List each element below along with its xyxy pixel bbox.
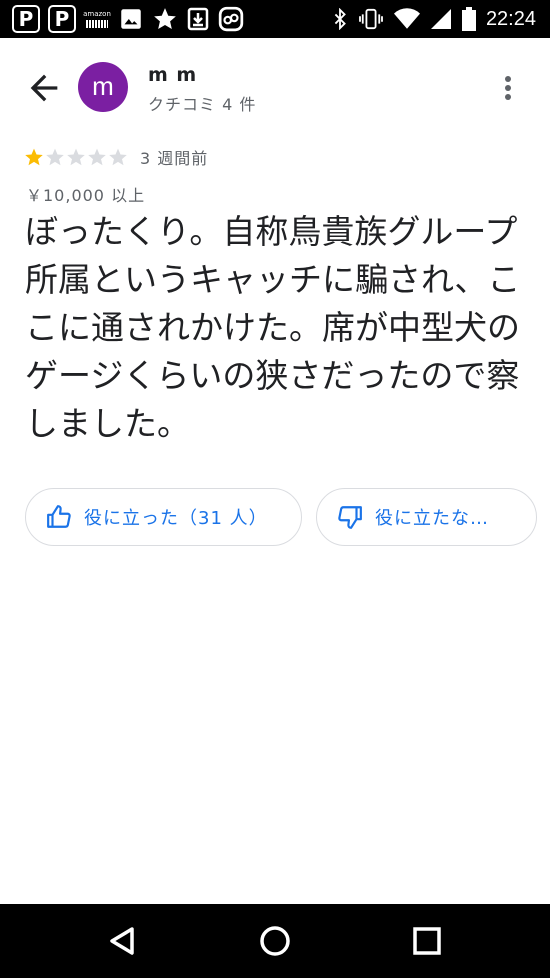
back-button[interactable] bbox=[24, 68, 64, 108]
star-rating bbox=[24, 147, 128, 167]
status-bar: P P amazon 22:24 bbox=[0, 0, 550, 38]
star-empty-icon bbox=[46, 148, 64, 166]
star-empty-icon bbox=[88, 148, 106, 166]
amazon-icon: amazon bbox=[83, 6, 111, 32]
wifi-icon bbox=[393, 8, 420, 29]
nav-home-button[interactable] bbox=[252, 918, 298, 964]
review-time: 3 週間前 bbox=[140, 149, 209, 168]
amazon-label: amazon bbox=[83, 10, 111, 18]
signal-icon bbox=[430, 9, 451, 29]
star-filled-icon bbox=[25, 148, 43, 166]
link-icon bbox=[218, 6, 244, 32]
not-helpful-button[interactable]: 役に立たな… bbox=[316, 488, 537, 546]
more-vert-icon bbox=[505, 76, 511, 100]
square-recents-icon bbox=[413, 927, 441, 955]
circle-home-icon bbox=[260, 926, 290, 956]
battery-icon bbox=[461, 7, 476, 31]
not-helpful-label: 役に立たな… bbox=[375, 508, 489, 529]
more-options-button[interactable] bbox=[494, 68, 522, 108]
nav-back-button[interactable] bbox=[100, 918, 146, 964]
avatar[interactable]: m bbox=[78, 62, 128, 112]
thumb-up-icon bbox=[47, 505, 71, 528]
helpful-label: 役に立った（31 人） bbox=[84, 508, 268, 529]
triangle-back-icon bbox=[110, 927, 134, 955]
arrow-back-icon bbox=[30, 74, 58, 102]
paypay-icon: P bbox=[48, 5, 76, 33]
rating-row: 3 週間前 bbox=[24, 146, 208, 168]
star-icon bbox=[154, 8, 176, 29]
thumb-down-icon bbox=[338, 506, 362, 529]
reviewer-name[interactable]: m m bbox=[148, 64, 197, 86]
review-header: m m m クチコミ 4 件 bbox=[0, 38, 550, 138]
clock: 22:24 bbox=[485, 7, 536, 30]
image-icon bbox=[121, 9, 141, 29]
system-status: 22:24 bbox=[332, 0, 536, 38]
navigation-bar bbox=[0, 904, 550, 978]
paypay-icon: P bbox=[12, 5, 40, 33]
nav-recents-button[interactable] bbox=[404, 918, 450, 964]
vibrate-icon bbox=[359, 8, 383, 30]
bluetooth-icon bbox=[334, 8, 346, 30]
helpful-button[interactable]: 役に立った（31 人） bbox=[25, 488, 302, 546]
star-empty-icon bbox=[109, 148, 127, 166]
notification-icons: P P amazon bbox=[12, 5, 244, 33]
reviewer-review-count: クチコミ 4 件 bbox=[148, 95, 257, 114]
price-range: ￥10,000 以上 bbox=[26, 186, 146, 205]
star-empty-icon bbox=[67, 148, 85, 166]
review-text: ぼったくり。自称鳥貴族グループ所属というキャッチに騙され、ここに通されかけた。席… bbox=[25, 212, 521, 443]
download-icon bbox=[187, 7, 209, 31]
